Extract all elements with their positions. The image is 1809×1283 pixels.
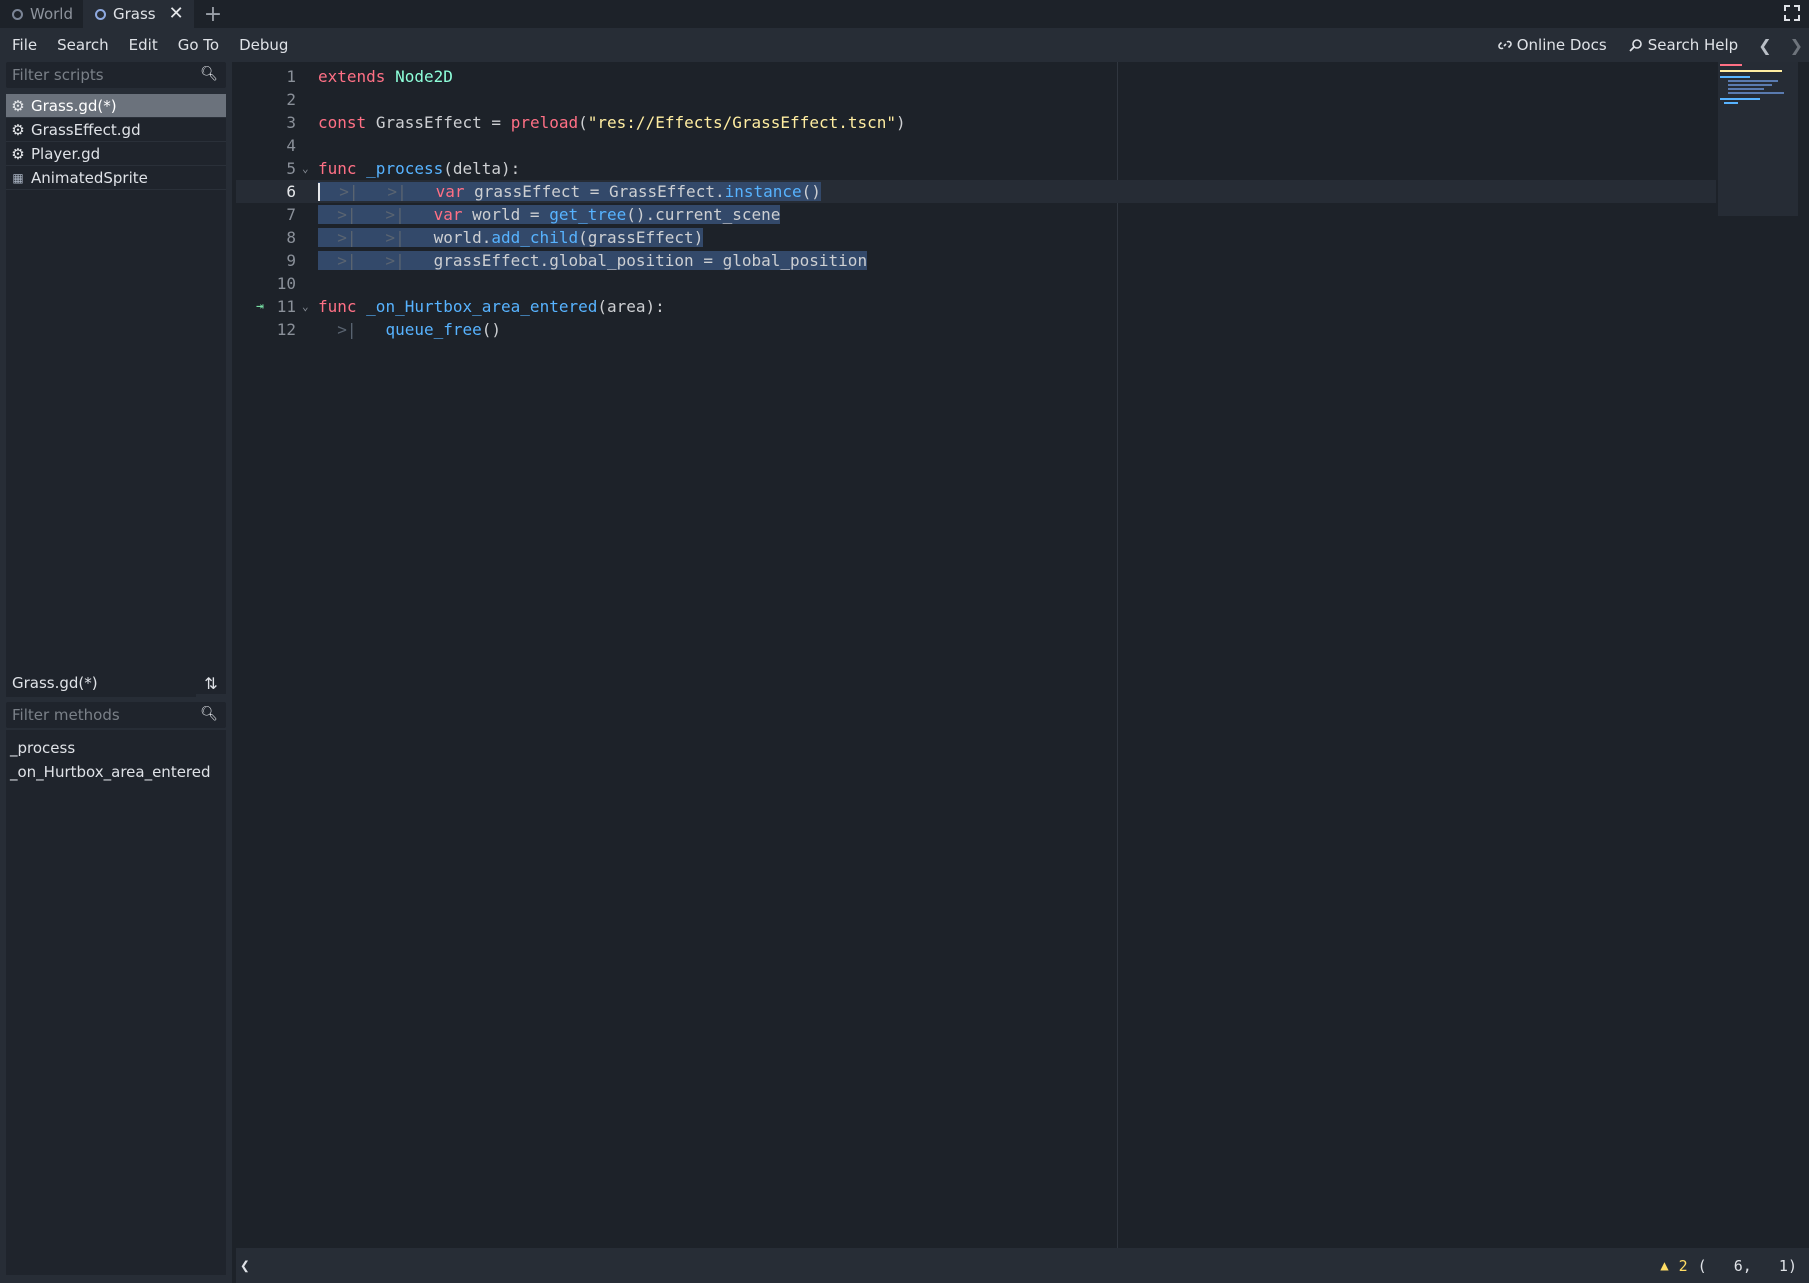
fold-arrow-icon[interactable]: ⌄ xyxy=(302,162,309,175)
gear-icon: ⚙ xyxy=(11,96,25,115)
code-text-selected: >| >| var world = get_tree().current_sce… xyxy=(318,205,781,224)
methods-list: _process _on_Hurtbox_area_entered xyxy=(6,730,226,1275)
line-number: 6 xyxy=(286,182,296,201)
filter-scripts-input[interactable]: Filter scripts 🔍︎ xyxy=(6,62,226,88)
scripts-list: ⚙ Grass.gd(*) ⚙ GrassEffect.gd ⚙ Player.… xyxy=(6,94,226,694)
code-line-6[interactable]: 6 >| >| var grassEffect = GrassEffect.in… xyxy=(236,180,1716,203)
line-number: 12 xyxy=(276,320,296,339)
search-help-label: Search Help xyxy=(1647,36,1739,54)
code-line-11[interactable]: ⇥ 11 ⌄ func _on_Hurtbox_area_entered(are… xyxy=(236,295,1716,318)
code-text: >| queue_free() xyxy=(318,320,502,339)
filter-scripts-placeholder: Filter scripts xyxy=(12,66,104,84)
history-forward-icon[interactable]: ❯ xyxy=(1784,36,1809,55)
scene-tab-label: Grass xyxy=(113,5,156,23)
fold-arrow-icon[interactable]: ⌄ xyxy=(302,300,309,313)
scene-tab-bar: World Grass ✕ + xyxy=(0,0,1809,28)
menu-go-to[interactable]: Go To xyxy=(166,36,227,54)
line-number: 4 xyxy=(286,136,296,155)
code-line-2[interactable]: 2 xyxy=(236,88,1716,111)
code-text: const GrassEffect = preload("res://Effec… xyxy=(318,113,906,132)
code-text-selected: >| >| world.add_child(grassEffect) xyxy=(318,228,704,247)
menu-file[interactable]: File xyxy=(0,36,45,54)
animated-sprite-icon: ▦ xyxy=(12,170,24,185)
line-number: 11 xyxy=(276,297,296,316)
code-minimap[interactable] xyxy=(1718,62,1798,216)
menu-debug[interactable]: Debug xyxy=(227,36,296,54)
line-number: 10 xyxy=(276,274,296,293)
gear-icon: ⚙ xyxy=(11,120,25,139)
line-number: 7 xyxy=(286,205,296,224)
line-number: 3 xyxy=(286,113,296,132)
line-number: 8 xyxy=(286,228,296,247)
close-icon[interactable]: ✕ xyxy=(169,5,184,23)
code-line-5[interactable]: 5 ⌄ func _process(delta): xyxy=(236,157,1716,180)
code-line-7[interactable]: 7 >| >| var world = get_tree().current_s… xyxy=(236,203,1716,226)
script-menu-bar: File Search Edit Go To Debug Online Docs… xyxy=(0,28,1809,62)
method-item-on-hurtbox-area-entered[interactable]: _on_Hurtbox_area_entered xyxy=(6,760,226,784)
code-line-3[interactable]: 3 const GrassEffect = preload("res://Eff… xyxy=(236,111,1716,134)
sort-icon[interactable]: ⇅ xyxy=(196,674,226,693)
scene-tab-label: World xyxy=(30,5,73,23)
method-item-process[interactable]: _process xyxy=(6,736,226,760)
menu-search[interactable]: Search xyxy=(45,36,117,54)
methods-header: Grass.gd(*) ⇅ xyxy=(6,668,226,698)
node2d-icon xyxy=(12,8,23,20)
script-item-player[interactable]: ⚙ Player.gd xyxy=(6,142,226,166)
script-list-panel: Filter scripts 🔍︎ ⚙ Grass.gd(*) ⚙ GrassE… xyxy=(0,62,232,1283)
filter-methods-input[interactable]: Filter methods 🔍︎ xyxy=(6,702,226,728)
code-text: func _on_Hurtbox_area_entered(area): xyxy=(318,297,665,316)
script-item-label: Player.gd xyxy=(31,144,101,163)
search-icon: 🔍︎ xyxy=(200,706,218,722)
code-text-selected: >| >| grassEffect.global_position = glob… xyxy=(318,251,868,270)
code-line-9[interactable]: 9 >| >| grassEffect.global_position = gl… xyxy=(236,249,1716,272)
help-search-icon xyxy=(1629,39,1642,52)
code-line-4[interactable]: 4 xyxy=(236,134,1716,157)
filter-methods-placeholder: Filter methods xyxy=(12,706,120,724)
line-number: 9 xyxy=(286,251,296,270)
search-help-button[interactable]: Search Help xyxy=(1621,36,1747,54)
code-line-12[interactable]: 12 >| queue_free() xyxy=(236,318,1716,341)
code-line-8[interactable]: 8 >| >| world.add_child(grassEffect) xyxy=(236,226,1716,249)
code-text: func _process(delta): xyxy=(318,159,521,178)
warning-count[interactable]: 2 xyxy=(1679,1257,1688,1275)
gear-icon: ⚙ xyxy=(11,144,25,163)
add-tab-icon[interactable]: + xyxy=(194,0,232,28)
script-item-label: AnimatedSprite xyxy=(31,168,148,187)
line-number: 2 xyxy=(286,90,296,109)
search-icon: 🔍︎ xyxy=(200,66,218,82)
script-item-label: Grass.gd(*) xyxy=(31,96,117,115)
scene-tab-world[interactable]: World xyxy=(0,0,83,28)
code-editor[interactable]: 1 extends Node2D 2 3 const GrassEffect =… xyxy=(236,62,1809,1248)
link-icon xyxy=(1497,40,1512,50)
code-text: extends Node2D xyxy=(318,67,453,86)
online-docs-label: Online Docs xyxy=(1516,36,1607,54)
current-script-name: Grass.gd(*) xyxy=(6,669,196,697)
code-line-10[interactable]: 10 xyxy=(236,272,1716,295)
online-docs-button[interactable]: Online Docs xyxy=(1490,36,1615,54)
warning-icon[interactable]: ▲ xyxy=(1660,1258,1668,1274)
node2d-icon xyxy=(95,8,106,20)
toggle-scripts-panel-icon[interactable]: ❮ xyxy=(240,1256,250,1275)
cursor-position: ( 6, 1) xyxy=(1697,1256,1797,1275)
fullscreen-icon[interactable] xyxy=(1783,4,1801,22)
code-line-1[interactable]: 1 extends Node2D xyxy=(236,65,1716,88)
line-number: 5 xyxy=(286,159,296,178)
editor-status-bar: ❮ ▲ 2 ( 6, 1) xyxy=(236,1248,1809,1283)
menu-edit[interactable]: Edit xyxy=(117,36,166,54)
script-item-animated-sprite[interactable]: ▦ AnimatedSprite xyxy=(6,166,226,190)
history-back-icon[interactable]: ❮ xyxy=(1752,36,1777,55)
scene-tab-grass[interactable]: Grass ✕ xyxy=(83,0,194,28)
script-item-grass[interactable]: ⚙ Grass.gd(*) xyxy=(6,94,226,118)
script-item-label: GrassEffect.gd xyxy=(31,120,141,139)
script-item-grass-effect[interactable]: ⚙ GrassEffect.gd xyxy=(6,118,226,142)
line-number: 1 xyxy=(286,67,296,86)
code-text-selected: >| >| var grassEffect = GrassEffect.inst… xyxy=(318,181,821,202)
